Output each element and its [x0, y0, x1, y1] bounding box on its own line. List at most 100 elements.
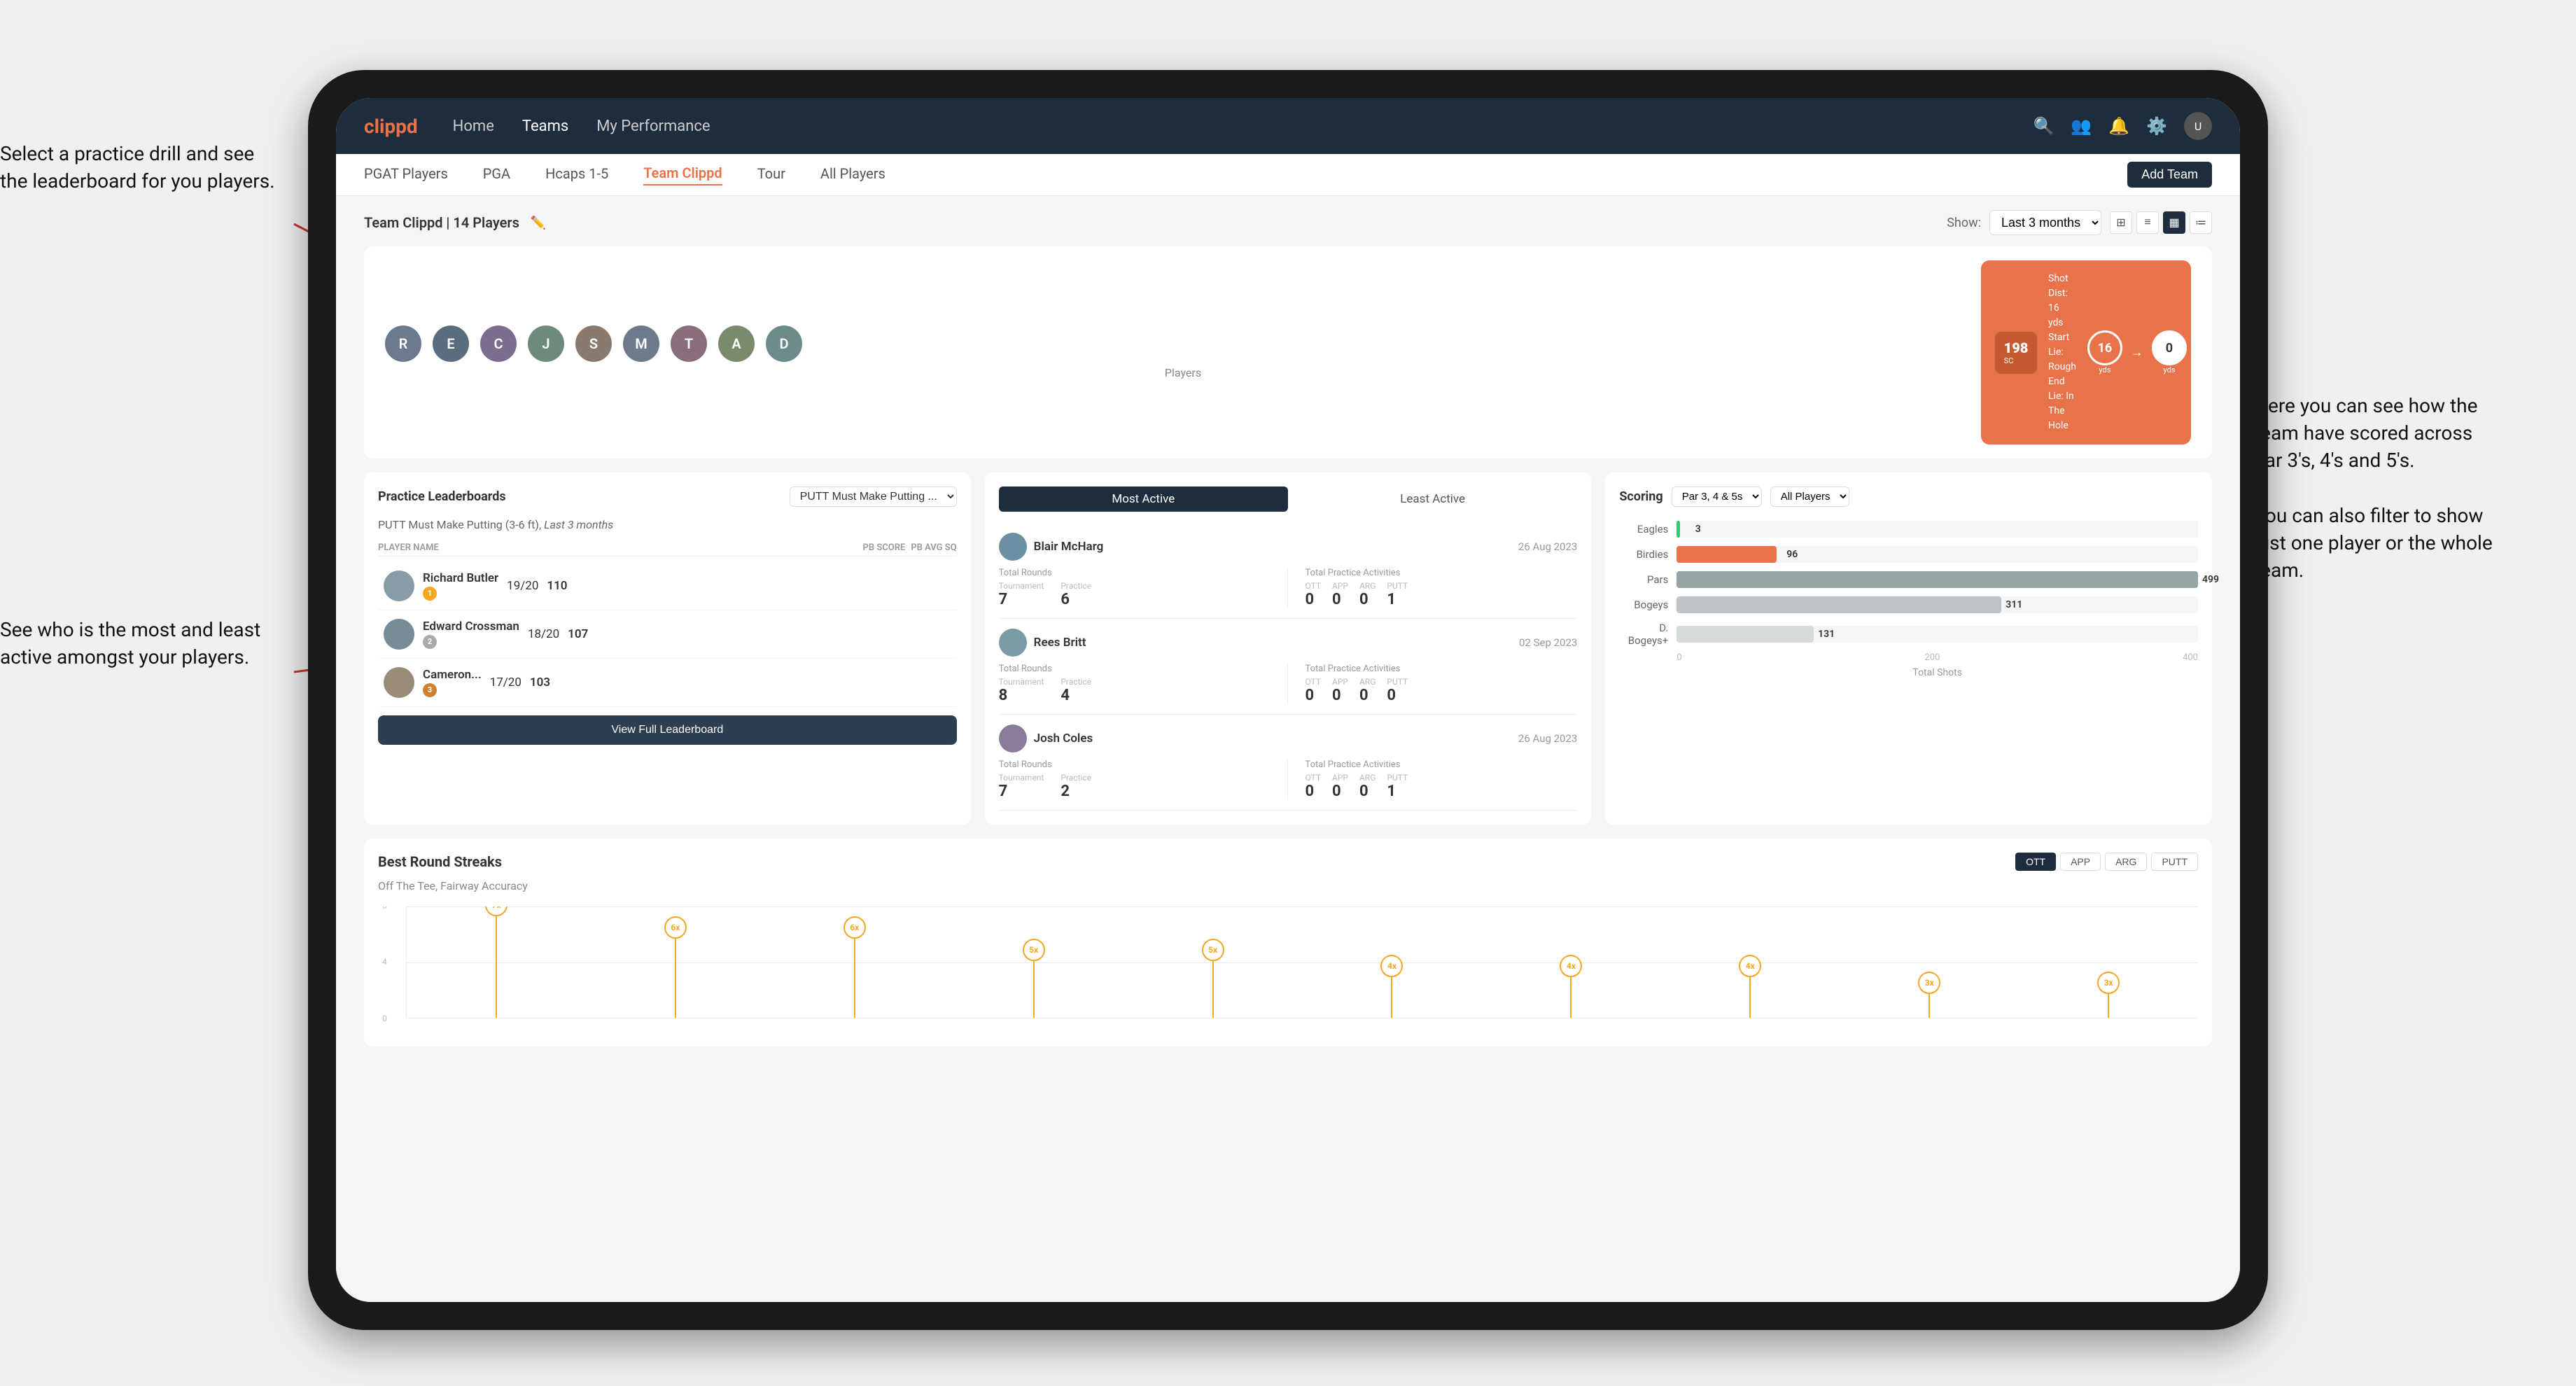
bell-icon[interactable]: 🔔	[2108, 116, 2129, 136]
bar-fill-birdies: 96	[1676, 546, 1777, 563]
view-list-btn[interactable]: ≡	[2136, 211, 2159, 234]
player-avatar[interactable]: S	[575, 326, 612, 362]
chart-footer: Total Shots	[1619, 667, 2198, 678]
nav-home[interactable]: Home	[453, 118, 494, 135]
subnav-pgat[interactable]: PGAT Players	[364, 165, 448, 185]
nav-logo: clippd	[364, 115, 418, 138]
col-pb-score: PB SCORE	[863, 542, 906, 553]
col-player-name: PLAYER NAME	[378, 542, 858, 553]
player-act-date: 26 Aug 2023	[1518, 540, 1577, 553]
streaks-filter-ott[interactable]: OTT	[2015, 853, 2056, 871]
users-icon[interactable]: 👥	[2071, 116, 2092, 136]
leaderboard-row: Edward Crossman 2 18/20 107	[378, 610, 957, 659]
streaks-card: Best Round Streaks OTT APP ARG PUTT Off …	[364, 839, 2212, 1046]
three-columns: Practice Leaderboards PUTT Must Make Put…	[364, 472, 2212, 825]
main-content: Team Clippd | 14 Players ✏️ Show: Last 3…	[336, 196, 2240, 1302]
lb-score: 18/20	[528, 627, 559, 641]
streaks-filter-putt[interactable]: PUTT	[2151, 853, 2198, 871]
settings-icon[interactable]: ⚙️	[2146, 116, 2167, 136]
annotation-bottom-left: See who is the most and leastactive amon…	[0, 616, 294, 671]
players-row: R E C J S M T A D Players	[364, 246, 2212, 458]
lb-score: 19/20	[507, 579, 538, 593]
player-avatar[interactable]: T	[671, 326, 707, 362]
player-avatar[interactable]: M	[623, 326, 659, 362]
player-avatars: R E C J S M T A D	[385, 326, 1981, 362]
scoring-player-filter[interactable]: All Players	[1770, 486, 1849, 507]
team-edit-icon[interactable]: ✏️	[531, 216, 546, 230]
player-activity-row: Blair McHarg 26 Aug 2023 Total Rounds To…	[999, 523, 1578, 619]
players-label: Players	[385, 366, 1981, 379]
player-avatar[interactable]: A	[718, 326, 755, 362]
lb-player-avatar	[384, 570, 414, 601]
show-filter: Show: Last 3 months Last 6 months Last y…	[1947, 210, 2212, 235]
show-label: Show:	[1947, 216, 1981, 230]
view-full-leaderboard-button[interactable]: View Full Leaderboard	[378, 715, 957, 745]
bar-value-eagles: 3	[1695, 524, 1701, 535]
leaderboard-card: Practice Leaderboards PUTT Must Make Put…	[364, 472, 971, 825]
nav-my-performance[interactable]: My Performance	[596, 118, 710, 135]
lb-player-name: Edward Crossman 2	[423, 620, 519, 649]
player-act-header: Blair McHarg 26 Aug 2023	[999, 533, 1578, 561]
total-practice-section: Total Practice Activities OTT0 APP0 ARG0…	[1305, 760, 1577, 800]
bar-label-eagles: Eagles	[1619, 523, 1668, 536]
nav-items: Home Teams My Performance	[453, 118, 2033, 135]
show-select[interactable]: Last 3 months Last 6 months Last year	[1989, 210, 2101, 235]
subnav-hcaps[interactable]: Hcaps 1-5	[545, 165, 608, 185]
col-pb-avg: PB AVG SQ	[911, 542, 956, 553]
shot-badge: 198 SC	[1995, 332, 2037, 374]
tab-most-active[interactable]: Most Active	[999, 486, 1288, 512]
subnav-team-clippd[interactable]: Team Clippd	[643, 164, 722, 186]
player-avatar[interactable]: J	[528, 326, 564, 362]
total-practice-section: Total Practice Activities OTT0 APP0 ARG0…	[1305, 664, 1577, 704]
bar-label-birdies: Birdies	[1619, 548, 1668, 561]
streaks-header: Best Round Streaks OTT APP ARG PUTT	[378, 853, 2198, 871]
player-avatar[interactable]: R	[385, 326, 421, 362]
bar-value-dbogeys: 131	[1818, 629, 1835, 640]
bar-container-pars: 499	[1676, 571, 2198, 588]
subnav-pga[interactable]: PGA	[483, 165, 510, 185]
streaks-filter-app[interactable]: APP	[2060, 853, 2101, 871]
streaks-filter-arg[interactable]: ARG	[2105, 853, 2147, 871]
avatar[interactable]: U	[2184, 112, 2212, 140]
tab-least-active[interactable]: Least Active	[1288, 486, 1577, 512]
view-detail-btn[interactable]: ≔	[2190, 211, 2212, 234]
bar-fill-pars: 499	[1676, 571, 2198, 588]
player-avatar[interactable]: E	[433, 326, 469, 362]
player-activity-row: Josh Coles 26 Aug 2023 Total Rounds Tour…	[999, 715, 1578, 811]
lb-avg: 103	[530, 676, 550, 690]
streaks-title: Best Round Streaks	[378, 853, 502, 870]
axis-labels: 0 200 400	[1676, 652, 2198, 663]
view-card-btn[interactable]: ▦	[2163, 211, 2185, 234]
leaderboard-row: Richard Butler 1 19/20 110	[378, 562, 957, 610]
shot-start-lie: Start Lie: Rough	[2048, 330, 2076, 374]
scoring-par-filter[interactable]: Par 3, 4 & 5s Par 3s Par 4s Par 5s	[1672, 486, 1762, 507]
drill-select[interactable]: PUTT Must Make Putting ...	[790, 486, 957, 507]
nav-teams[interactable]: Teams	[522, 118, 568, 135]
player-act-name: Rees Britt	[1034, 636, 1512, 650]
player-avatar[interactable]: C	[480, 326, 517, 362]
shot-circle-2: 0	[2152, 330, 2187, 365]
shot-circle-1: 16	[2087, 330, 2122, 365]
player-avatar[interactable]: D	[766, 326, 802, 362]
add-team-button[interactable]: Add Team	[2127, 162, 2212, 188]
subnav-tour[interactable]: Tour	[757, 165, 785, 185]
team-header: Team Clippd | 14 Players ✏️ Show: Last 3…	[364, 210, 2212, 235]
shot-circles: 16 yds → 0 yds	[2087, 330, 2187, 374]
subnav-all-players[interactable]: All Players	[820, 165, 886, 185]
nav-icons: 🔍 👥 🔔 ⚙️ U	[2033, 112, 2212, 140]
tablet-frame: clippd Home Teams My Performance 🔍 👥 🔔 ⚙…	[308, 70, 2268, 1330]
view-grid-btn[interactable]: ⊞	[2110, 211, 2132, 234]
player-act-date: 02 Sep 2023	[1519, 636, 1577, 649]
drill-subtitle: PUTT Must Make Putting (3-6 ft), Last 3 …	[378, 518, 957, 531]
total-practice-section: Total Practice Activities OTT0 APP0 ARG0…	[1305, 568, 1577, 608]
view-icons: ⊞ ≡ ▦ ≔	[2110, 211, 2212, 234]
bar-chart: Eagles 3 Birdies	[1619, 521, 2198, 647]
bar-row-dbogeys: D. Bogeys+ 131	[1619, 622, 2198, 647]
bar-label-dbogeys: D. Bogeys+	[1619, 622, 1668, 647]
search-icon[interactable]: 🔍	[2033, 116, 2054, 136]
total-rounds-section: Total Rounds Tournament 8 Practice 4	[999, 664, 1271, 704]
axis-0: 0	[1676, 652, 1681, 663]
lb-player-avatar	[384, 619, 414, 650]
tablet-screen: clippd Home Teams My Performance 🔍 👥 🔔 ⚙…	[336, 98, 2240, 1302]
lb-player-name: Richard Butler 1	[423, 571, 498, 601]
